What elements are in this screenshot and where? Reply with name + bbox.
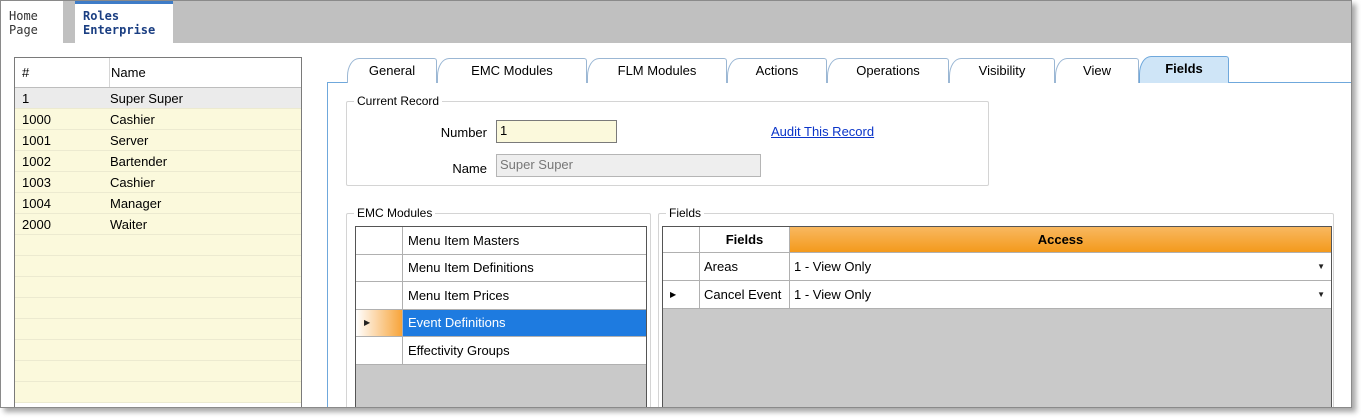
- list-item[interactable]: 1002 Bartender: [15, 151, 301, 172]
- fields-grid: Fields Access Areas 1 - View Only ▼ ▶ Can…: [662, 226, 1332, 407]
- top-tab-strip: Home Page Roles Enterprise: [1, 1, 1351, 43]
- tab-visibility[interactable]: Visibility: [949, 58, 1055, 83]
- empty-row: [15, 235, 301, 256]
- record-number: 1003: [22, 174, 51, 190]
- row-selector[interactable]: [356, 227, 403, 254]
- emc-modules-legend: EMC Modules: [354, 206, 436, 220]
- empty-row: [15, 256, 301, 277]
- module-name: Effectivity Groups: [408, 342, 510, 358]
- record-name: Waiter: [110, 216, 148, 232]
- list-item[interactable]: 2000 Waiter: [15, 214, 301, 235]
- number-field[interactable]: 1: [496, 120, 617, 143]
- record-number: 1001: [22, 132, 51, 148]
- record-number: 1002: [22, 153, 51, 169]
- list-item[interactable]: Menu Item Masters: [356, 227, 646, 255]
- empty-row: [15, 277, 301, 298]
- record-number: 1: [22, 90, 30, 106]
- tab-general[interactable]: General: [347, 58, 437, 83]
- current-record-legend: Current Record: [354, 94, 443, 108]
- emc-modules-list: Menu Item Masters Menu Item Definitions …: [355, 226, 647, 407]
- row-selector[interactable]: [663, 253, 700, 280]
- detail-tab-strip: General EMC Modules FLM Modules Actions …: [327, 55, 1351, 84]
- list-item[interactable]: 1000 Cashier: [15, 109, 301, 130]
- tab-home-line1: Home: [9, 9, 38, 23]
- row-selector[interactable]: [356, 254, 403, 281]
- detail-content: Current Record Number 1 Name Super Super…: [327, 83, 1351, 407]
- record-name: Bartender: [110, 153, 168, 169]
- column-header-number[interactable]: #: [15, 58, 110, 87]
- tab-roles-enterprise[interactable]: Roles Enterprise: [75, 1, 173, 43]
- number-label: Number: [440, 125, 487, 140]
- record-name: Cashier: [110, 174, 155, 190]
- tab-home-page[interactable]: Home Page: [1, 1, 63, 43]
- table-row[interactable]: ▶ Cancel Event 1 - View Only ▼: [663, 281, 1331, 309]
- tab-fields[interactable]: Fields: [1139, 56, 1229, 84]
- tab-home-line2: Page: [9, 23, 38, 37]
- row-selector[interactable]: ▶: [356, 309, 403, 336]
- list-item[interactable]: Menu Item Prices: [356, 282, 646, 310]
- record-number: 2000: [22, 216, 51, 232]
- fields-grid-header: Fields Access: [663, 227, 1331, 253]
- name-field[interactable]: Super Super: [496, 154, 761, 177]
- row-pointer-icon: ▶: [670, 290, 677, 299]
- current-record-group: Current Record Number 1 Name Super Super…: [346, 94, 989, 186]
- record-list-header: # Name: [15, 58, 301, 88]
- record-number: 1000: [22, 111, 51, 127]
- access-value: 1 - View Only: [794, 259, 872, 274]
- audit-record-link[interactable]: Audit This Record: [771, 124, 874, 139]
- record-list: # Name 1 Super Super 1000 Cashier 1001 Serv…: [14, 57, 302, 407]
- table-row[interactable]: Areas 1 - View Only ▼: [663, 253, 1331, 281]
- module-name: Menu Item Definitions: [408, 260, 534, 276]
- module-name: Menu Item Masters: [408, 232, 520, 248]
- tab-emc-modules[interactable]: EMC Modules: [437, 58, 587, 83]
- module-name: Event Definitions: [403, 309, 646, 336]
- emc-modules-group: EMC Modules Menu Item Masters Menu Item …: [346, 206, 651, 407]
- column-header-access[interactable]: Access: [790, 227, 1331, 252]
- tab-actions[interactable]: Actions: [727, 58, 827, 83]
- empty-row: [15, 382, 301, 403]
- list-item[interactable]: 1003 Cashier: [15, 172, 301, 193]
- record-name: Super Super: [110, 90, 183, 106]
- list-item[interactable]: Menu Item Definitions: [356, 254, 646, 282]
- list-item[interactable]: 1 Super Super: [15, 88, 301, 109]
- dropdown-arrow-icon[interactable]: ▼: [1317, 262, 1325, 271]
- name-label: Name: [452, 161, 487, 176]
- access-dropdown[interactable]: 1 - View Only ▼: [790, 281, 1331, 308]
- column-header-fields[interactable]: Fields: [700, 227, 790, 252]
- tab-roles-line2: Enterprise: [83, 23, 156, 37]
- tab-view[interactable]: View: [1055, 58, 1139, 83]
- record-number: 1004: [22, 195, 51, 211]
- list-item[interactable]: 1001 Server: [15, 130, 301, 151]
- row-selector[interactable]: ▶: [663, 281, 700, 308]
- app-window: Home Page Roles Enterprise # Name 1 Super…: [0, 0, 1352, 408]
- row-selector[interactable]: [356, 337, 403, 364]
- record-name: Cashier: [110, 111, 155, 127]
- tab-flm-modules[interactable]: FLM Modules: [587, 58, 727, 83]
- tab-roles-line1: Roles: [83, 9, 120, 23]
- empty-row: [15, 298, 301, 319]
- row-header-corner: [663, 227, 700, 252]
- record-name: Manager: [110, 195, 162, 211]
- field-name: Cancel Event: [700, 281, 790, 308]
- access-value: 1 - View Only: [794, 287, 872, 302]
- module-name: Menu Item Prices: [408, 287, 510, 303]
- row-selector[interactable]: [356, 282, 403, 309]
- record-name: Server: [110, 132, 149, 148]
- fields-group: Fields Fields Access Areas 1 - View Only…: [658, 206, 1334, 407]
- list-item[interactable]: Effectivity Groups: [356, 337, 646, 365]
- list-item[interactable]: 1004 Manager: [15, 193, 301, 214]
- dropdown-arrow-icon[interactable]: ▼: [1317, 290, 1325, 299]
- tab-operations[interactable]: Operations: [827, 58, 949, 83]
- list-item-selected[interactable]: ▶ Event Definitions: [356, 309, 646, 337]
- field-name: Areas: [700, 253, 790, 280]
- empty-row: [15, 361, 301, 382]
- fields-legend: Fields: [666, 206, 705, 220]
- column-header-name[interactable]: Name: [110, 65, 146, 80]
- empty-row: [15, 340, 301, 361]
- empty-row: [15, 319, 301, 340]
- row-pointer-icon: ▶: [364, 318, 371, 328]
- access-dropdown[interactable]: 1 - View Only ▼: [790, 253, 1331, 280]
